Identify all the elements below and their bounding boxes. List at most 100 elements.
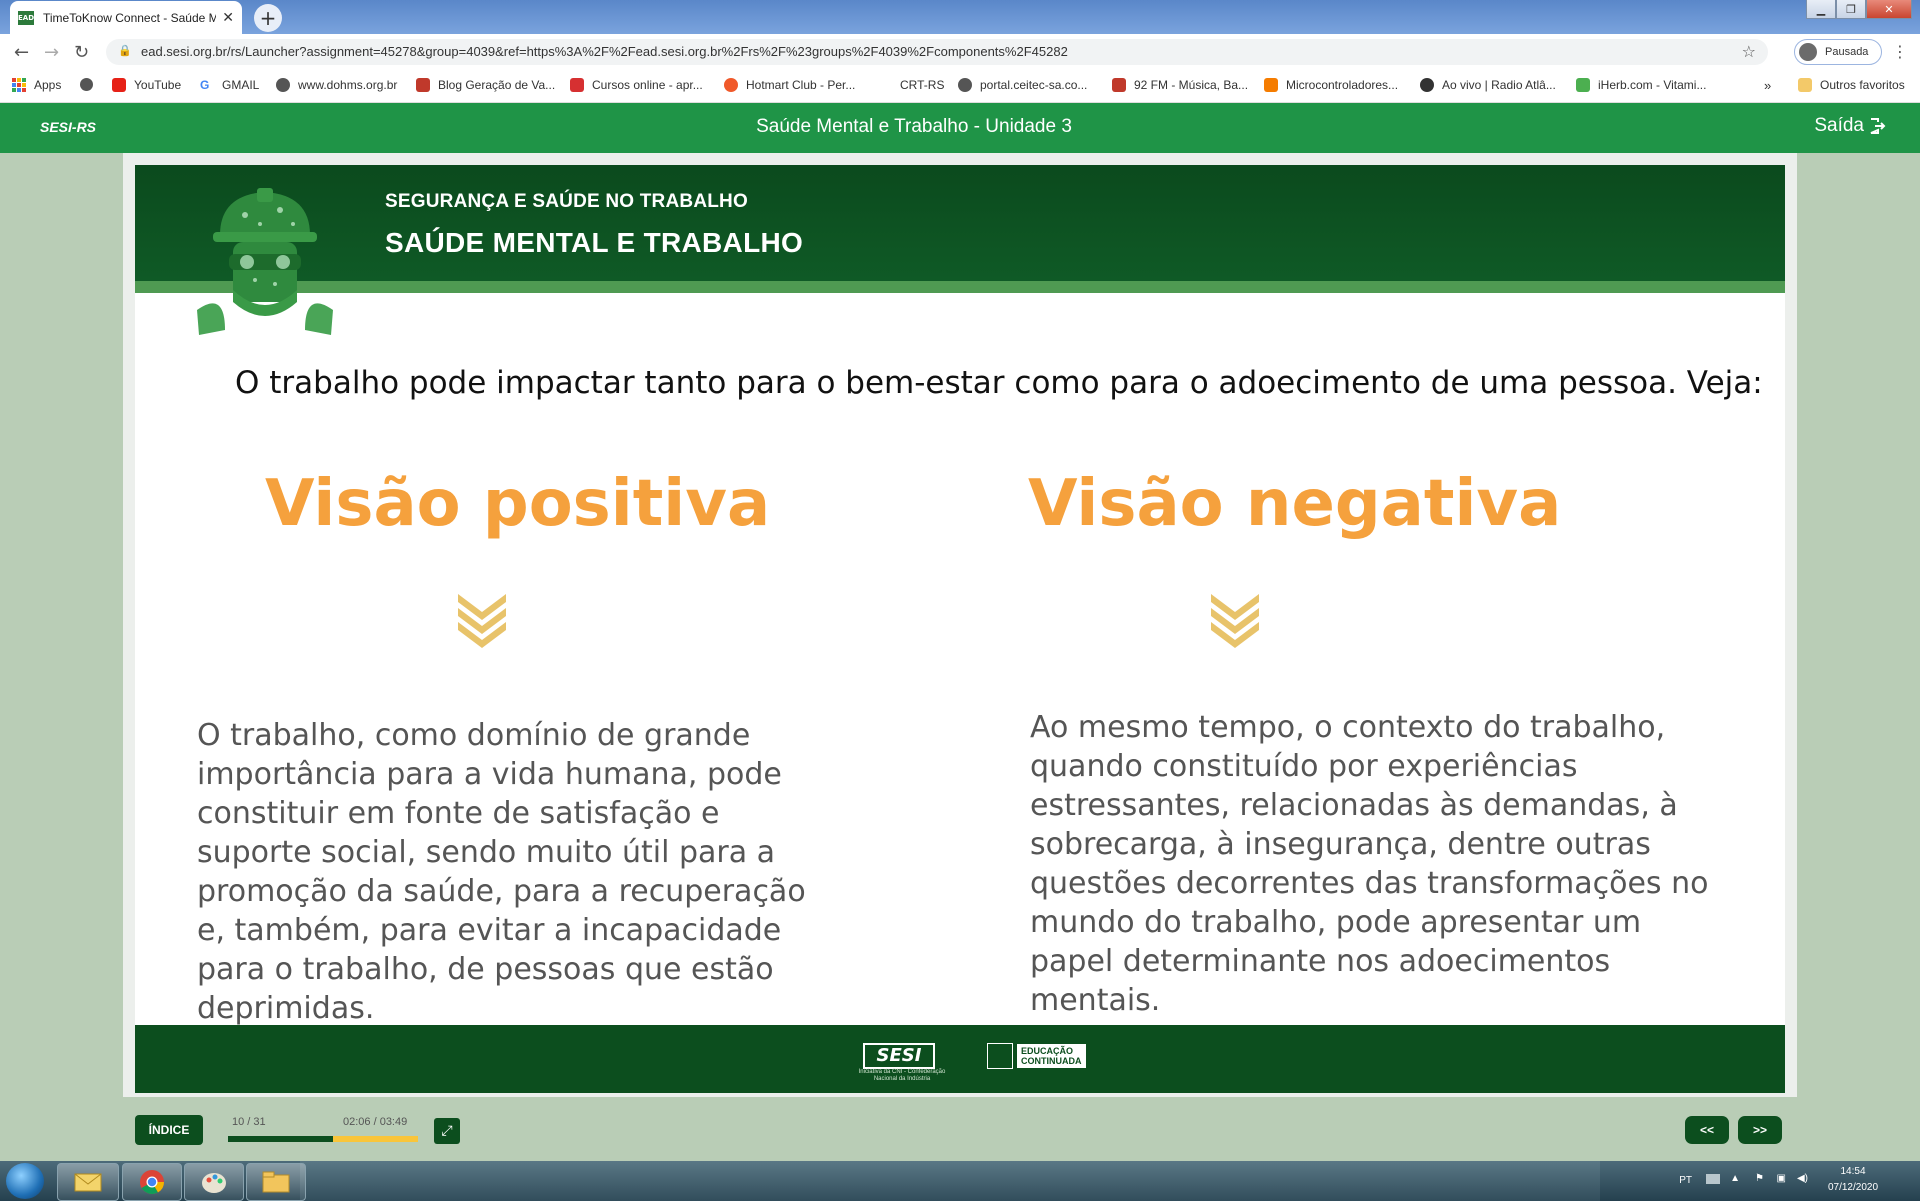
bookmark-star-icon[interactable]: ☆ — [1742, 42, 1756, 61]
bookmark-iherb[interactable]: iHerb.com - Vitami... — [1576, 78, 1706, 92]
bookmark-youtube[interactable]: YouTube — [112, 78, 181, 92]
folder-icon — [1798, 78, 1812, 92]
taskbar-background — [300, 1161, 1600, 1201]
educacao-text: EDUCAÇÃO — [1021, 1046, 1074, 1056]
forward-icon[interactable]: → — [44, 42, 59, 63]
progress-bar[interactable] — [228, 1136, 418, 1142]
keyboard-icon[interactable] — [1706, 1174, 1720, 1184]
address-bar-row: ← → ↻ 🔒 ead.sesi.org.br/rs/Launcher?assi… — [0, 34, 1920, 71]
url-field[interactable]: 🔒 ead.sesi.org.br/rs/Launcher?assignment… — [106, 39, 1768, 65]
slide-banner — [135, 165, 1785, 281]
new-tab-button[interactable]: + — [254, 4, 282, 32]
taskbar-mail-icon[interactable] — [57, 1163, 119, 1201]
minimize-icon[interactable]: ▁ — [1806, 0, 1836, 19]
bookmark-label: 92 FM - Música, Ba... — [1134, 78, 1249, 92]
chevron-down-icon — [1211, 594, 1259, 648]
bookmark-label: Ao vivo | Radio Atlâ... — [1442, 78, 1556, 92]
educacao-label: EDUCAÇÃO CONTINUADA — [1017, 1044, 1086, 1068]
back-icon[interactable]: ← — [14, 42, 29, 63]
bookmark-micro[interactable]: Microcontroladores... — [1264, 78, 1398, 92]
avatar — [1799, 43, 1817, 61]
window-close-icon[interactable]: ✕ — [1866, 0, 1912, 19]
bookmark-apps[interactable]: Apps — [12, 78, 61, 92]
bookmark-label: YouTube — [134, 78, 182, 92]
next-button[interactable]: >> — [1738, 1116, 1782, 1144]
education-icon — [987, 1043, 1013, 1069]
site-favicon-icon: EAD — [18, 10, 34, 25]
banner-title: SAÚDE MENTAL E TRABALHO — [385, 227, 804, 258]
progress-fill — [228, 1136, 333, 1142]
fullscreen-expand-icon[interactable]: ⤢ — [434, 1118, 460, 1144]
slide-footer: SESI Iniciativa da CNI - Confederação Na… — [135, 1025, 1785, 1093]
bookmark-label: Hotmart Club - Per... — [746, 78, 856, 92]
globe-icon — [276, 78, 290, 92]
bookmark-crt[interactable]: CRT-RS — [878, 78, 944, 92]
time-counter: 02:06 / 03:49 — [343, 1116, 408, 1128]
hotmart-icon — [570, 78, 584, 92]
window-controls: ▁ ❐ ✕ — [1806, 0, 1912, 19]
clock-date[interactable]: 07/12/2020 — [1818, 1182, 1888, 1193]
other-bookmarks[interactable]: Outros favoritos — [1798, 78, 1905, 92]
bookmark-dohms[interactable]: www.dohms.org.br — [276, 78, 397, 92]
url-text: ead.sesi.org.br/rs/Launcher?assignment=4… — [141, 44, 1068, 59]
bookmark-item[interactable] — [80, 78, 101, 91]
apps-grid-icon — [12, 78, 26, 92]
profile-status: Pausada — [1825, 46, 1869, 58]
intro-text: O trabalho pode impactar tanto para o be… — [235, 365, 1763, 401]
bookmark-radio[interactable]: Ao vivo | Radio Atlâ... — [1420, 78, 1556, 92]
bookmark-gmail[interactable]: G GMAIL — [200, 78, 259, 92]
taskbar-paint-icon[interactable] — [184, 1163, 244, 1201]
menu-kebab-icon[interactable]: ⋮ — [1892, 42, 1908, 61]
app-header: SESI-RS Saúde Mental e Trabalho - Unidad… — [0, 103, 1920, 153]
browser-tab[interactable]: EAD TimeToKnow Connect - Saúde M ✕ — [10, 1, 242, 34]
maximize-icon[interactable]: ❐ — [1836, 0, 1866, 19]
volume-icon[interactable]: ◀) — [1797, 1173, 1808, 1184]
banner-stripe — [135, 281, 1785, 293]
positive-view-text: O trabalho, como domínio de grande impor… — [197, 718, 806, 1026]
flag-icon[interactable]: ⚑ — [1755, 1173, 1764, 1184]
clover-icon — [416, 78, 430, 92]
exit-icon — [1870, 118, 1886, 134]
folder-icon — [262, 1171, 290, 1193]
blank-page-icon — [878, 78, 892, 92]
network-icon[interactable]: ▣ — [1777, 1173, 1786, 1184]
clock-time[interactable]: 14:54 — [1818, 1166, 1888, 1177]
more-bookmarks-icon[interactable]: » — [1764, 78, 1771, 93]
youtube-icon — [112, 78, 126, 92]
previous-button[interactable]: << — [1685, 1116, 1729, 1144]
slide: SEGURANÇA E SAÚDE NO TRABALHO SAÚDE MENT… — [135, 165, 1785, 1093]
bookmark-label: iHerb.com - Vitami... — [1598, 78, 1707, 92]
negative-view-text: Ao mesmo tempo, o contexto do trabalho, … — [1030, 710, 1709, 1018]
bookmark-label: Apps — [34, 78, 62, 92]
bookmark-label: Blog Geração de Va... — [438, 78, 556, 92]
slide-counter: 10 / 31 — [232, 1116, 266, 1128]
bookmark-label: Microcontroladores... — [1286, 78, 1399, 92]
exit-button[interactable]: Saída — [1814, 115, 1886, 137]
globe-icon — [80, 78, 93, 91]
taskbar-chrome-icon[interactable] — [122, 1163, 182, 1201]
negative-view-title: Visão negativa — [1028, 467, 1562, 541]
continuada-text: CONTINUADA — [1021, 1056, 1082, 1066]
bookmark-label: portal.ceitec-sa.co... — [980, 78, 1088, 92]
reload-icon[interactable]: ↻ — [74, 42, 89, 63]
bookmark-label: CRT-RS — [900, 78, 945, 92]
bookmark-cursos[interactable]: Cursos online - apr... — [570, 78, 703, 92]
close-tab-icon[interactable]: ✕ — [222, 10, 234, 26]
flame-icon — [724, 78, 738, 92]
index-button[interactable]: ÍNDICE — [135, 1115, 203, 1145]
tray-expand-icon[interactable]: ▲ — [1730, 1173, 1740, 1184]
start-button[interactable] — [6, 1163, 44, 1199]
tab-title: TimeToKnow Connect - Saúde M — [43, 10, 217, 25]
language-indicator[interactable]: PT — [1679, 1175, 1692, 1186]
profile-button[interactable]: Pausada — [1794, 39, 1882, 65]
bookmark-92fm[interactable]: 92 FM - Música, Ba... — [1112, 78, 1248, 92]
lock-icon: 🔒 — [118, 44, 132, 57]
bookmark-blog[interactable]: Blog Geração de Va... — [416, 78, 555, 92]
taskbar-explorer-icon[interactable] — [246, 1163, 306, 1201]
bookmark-ceitec[interactable]: portal.ceitec-sa.co... — [958, 78, 1087, 92]
browser-tab-strip: EAD TimeToKnow Connect - Saúde M ✕ + ▁ ❐… — [0, 0, 1920, 34]
blogger-icon — [1264, 78, 1278, 92]
banner-subtitle: SEGURANÇA E SAÚDE NO TRABALHO — [385, 191, 748, 212]
bookmark-hotmart[interactable]: Hotmart Club - Per... — [724, 78, 855, 92]
bookmark-label: Cursos online - apr... — [592, 78, 703, 92]
